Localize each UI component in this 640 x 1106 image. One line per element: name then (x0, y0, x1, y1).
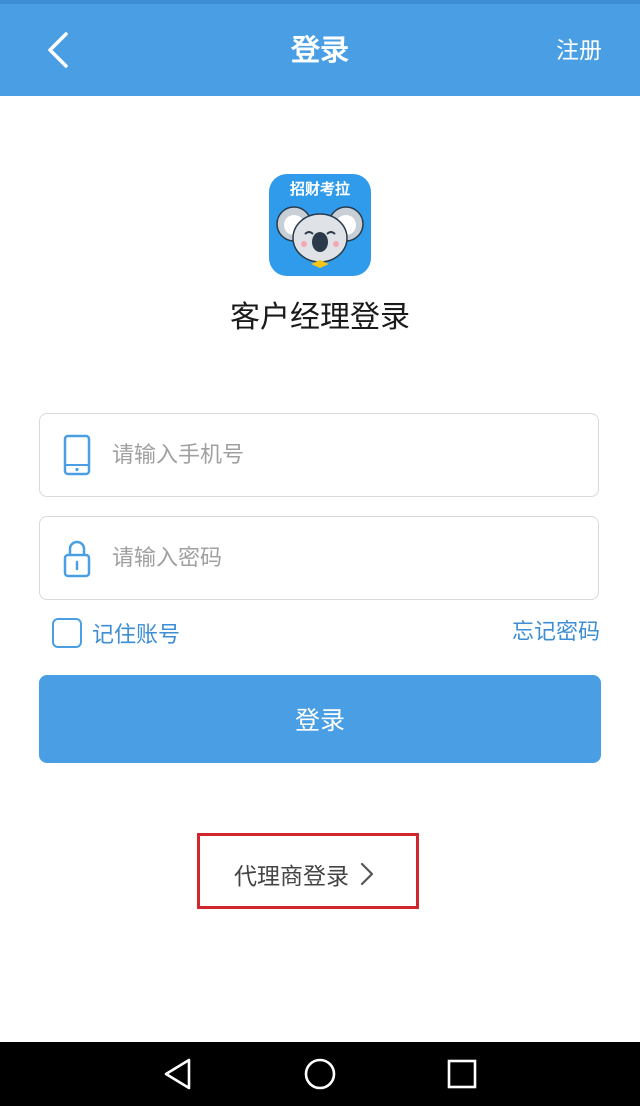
phone-input[interactable] (112, 414, 582, 496)
agent-login-label: 代理商登录 (234, 864, 349, 890)
remember-label: 记住账号 (92, 623, 181, 648)
nav-home-button[interactable] (298, 1052, 342, 1096)
remember-account[interactable]: 记住账号 (52, 616, 180, 650)
page-title: 登录 (290, 33, 349, 67)
register-link[interactable]: 注册 (556, 30, 602, 72)
phone-field[interactable] (39, 413, 599, 497)
triangle-back-icon (164, 1058, 191, 1090)
chevron-right-icon (360, 862, 374, 886)
app-header: 登录 注册 (0, 0, 640, 96)
remember-checkbox[interactable] (52, 618, 82, 648)
chevron-left-icon (48, 32, 68, 68)
back-button[interactable] (30, 22, 86, 78)
square-recents-icon (447, 1059, 477, 1089)
app-logo: 招财考拉 (269, 174, 371, 276)
page-subtitle: 客户经理登录 (230, 300, 410, 335)
agent-login-link[interactable]: 代理商登录 (234, 856, 375, 892)
password-input[interactable] (112, 517, 582, 599)
lock-icon (63, 540, 91, 578)
nav-back-button[interactable] (156, 1052, 200, 1096)
nav-recents-button[interactable] (440, 1052, 484, 1096)
system-navigation-bar (0, 1042, 640, 1106)
password-field[interactable] (39, 516, 599, 600)
circle-home-icon (304, 1058, 336, 1090)
login-button[interactable]: 登录 (39, 675, 601, 763)
phone-icon (63, 434, 91, 476)
status-bar (0, 0, 640, 4)
forgot-password-link[interactable]: 忘记密码 (512, 618, 600, 648)
koala-icon (276, 206, 364, 268)
